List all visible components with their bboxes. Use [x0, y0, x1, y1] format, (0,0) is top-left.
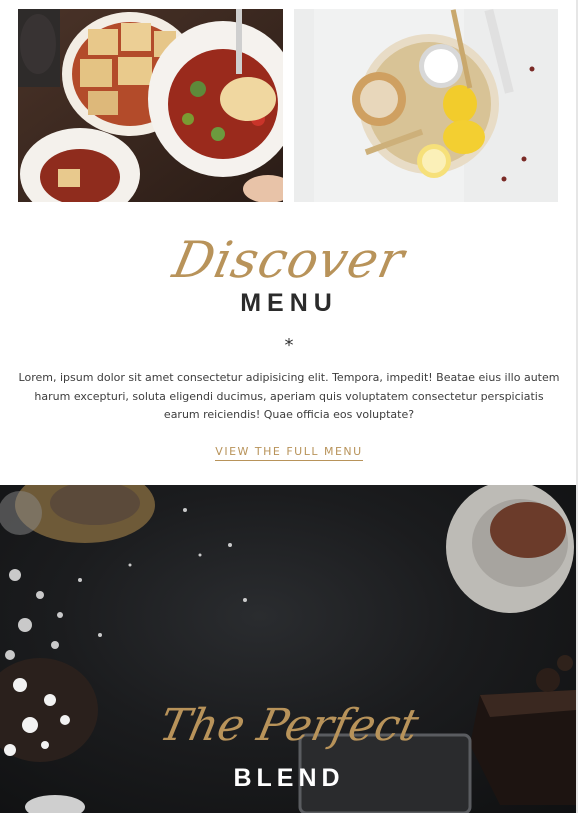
food-photo-stew: [18, 9, 283, 202]
menu-description: Lorem, ipsum dolor sit amet consectetur …: [18, 371, 560, 421]
perfect-script-heading: The Perfect: [155, 700, 423, 751]
menu-heading: MENU: [240, 289, 338, 317]
view-full-menu-link-wrapper: VIEW THE FULL MENU: [0, 442, 578, 461]
blend-heading: BLEND: [233, 764, 345, 792]
food-photo-lemons: [294, 9, 558, 202]
asterisk-divider-icon: *: [284, 335, 294, 356]
discover-script-heading: Discover: [168, 231, 410, 289]
view-full-menu-link[interactable]: VIEW THE FULL MENU: [215, 445, 363, 461]
